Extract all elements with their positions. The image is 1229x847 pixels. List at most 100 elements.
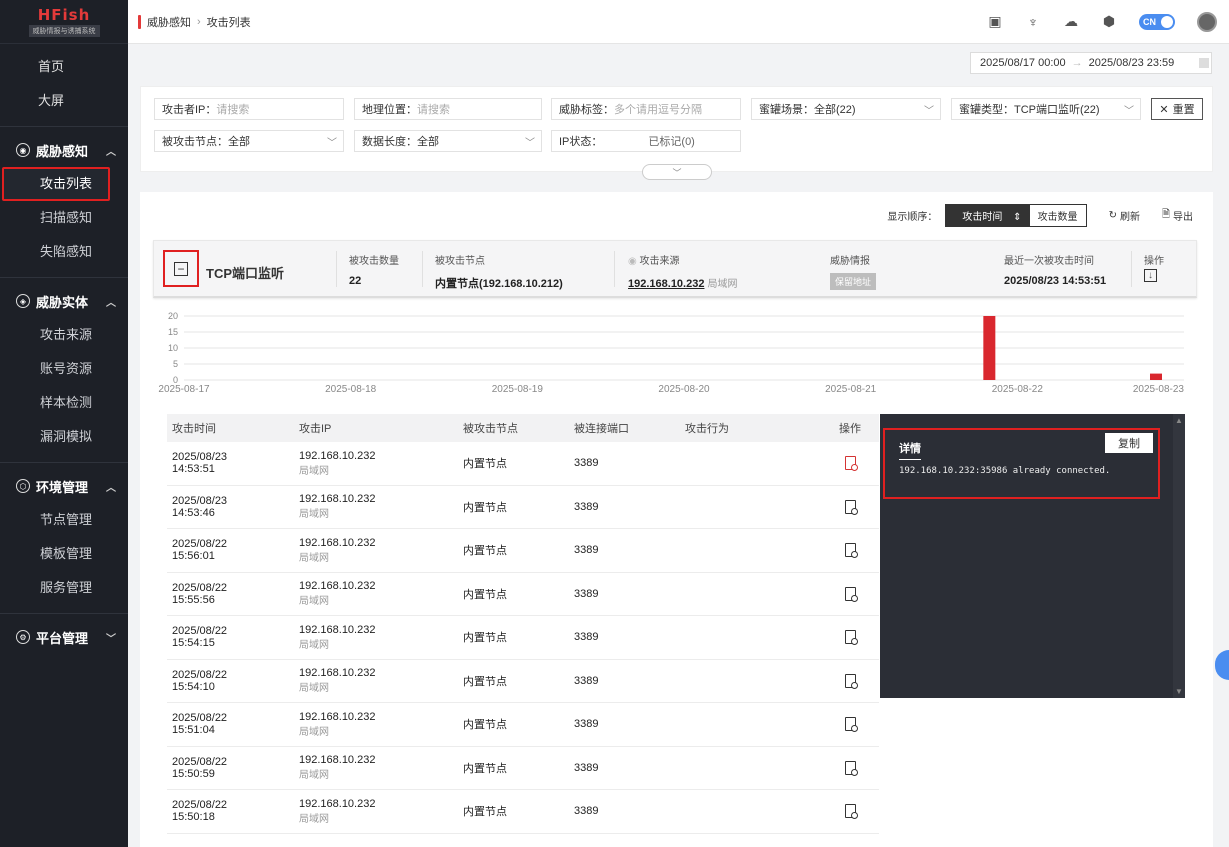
reset-button[interactable]: ✕ 重置 bbox=[1151, 98, 1203, 120]
date-range-picker[interactable]: 2025/08/17 00:00 → 2025/08/23 23:59 bbox=[970, 52, 1212, 74]
view-detail-icon[interactable] bbox=[844, 543, 858, 559]
sort-by-time[interactable]: 攻击时间 ⇕ bbox=[946, 205, 1030, 226]
table-row[interactable]: 2025/08/22 15:55:56 192.168.10.232 局域网 内置节点 3… bbox=[167, 573, 879, 616]
node-select[interactable]: 被攻击节点： 全部 ﹀ bbox=[154, 130, 344, 152]
download-icon[interactable]: ↓ bbox=[1144, 269, 1157, 282]
floating-help-tab[interactable] bbox=[1215, 650, 1229, 680]
cell-ops bbox=[825, 760, 875, 776]
nav-group-header-threat-awareness[interactable]: ◉ 威胁感知 ︿ bbox=[0, 133, 128, 167]
view-detail-icon[interactable] bbox=[844, 673, 858, 689]
table-row[interactable]: 2025/08/22 15:50:59 192.168.10.232 局域网 内置节点 3… bbox=[167, 747, 879, 790]
nav-scan-awareness[interactable]: 扫描感知 bbox=[0, 201, 128, 235]
table-row[interactable]: 2025/08/22 15:54:15 192.168.10.232 局域网 内置节点 3… bbox=[167, 616, 879, 660]
threat-tag-input[interactable]: 威胁标签： 多个请用逗号分隔 bbox=[551, 98, 741, 120]
scroll-down-icon[interactable]: ▼ bbox=[1175, 687, 1183, 696]
close-icon: ✕ bbox=[1159, 103, 1169, 116]
nav-vuln-simulation[interactable]: 漏洞模拟 bbox=[0, 420, 128, 454]
col-port[interactable]: 被连接端口 bbox=[574, 420, 685, 436]
threat-intel: 威胁情报 保留地址 bbox=[830, 252, 877, 290]
col-attacked-node[interactable]: 被攻击节点 bbox=[463, 420, 574, 436]
chevron-down-icon: ﹀ bbox=[106, 633, 116, 645]
divider bbox=[422, 251, 423, 287]
cell-attacked-node: 内置节点 bbox=[463, 719, 507, 732]
nav-group-header-threat-entity[interactable]: ◈ 威胁实体 ︿ bbox=[0, 284, 128, 318]
nav-bigscreen[interactable]: 大屏 bbox=[0, 84, 128, 118]
breadcrumb-parent[interactable]: 威胁感知 bbox=[147, 14, 191, 30]
table-row[interactable]: 2025/08/22 15:54:10 192.168.10.232 局域网 内置节点 3… bbox=[167, 660, 879, 703]
nav-compromise-awareness[interactable]: 失陷感知 bbox=[0, 235, 128, 269]
export-label: 导出 bbox=[1173, 212, 1193, 223]
nav-group-env-management: ⬡ 环境管理 ︿ 节点管理 模板管理 服务管理 bbox=[0, 462, 128, 605]
logo[interactable]: HFish 威胁情报与诱捕系统 bbox=[0, 0, 128, 44]
nav-attack-source[interactable]: 攻击来源 bbox=[0, 318, 128, 352]
attacker-ip-input[interactable]: 攻击者IP： 请搜索 bbox=[154, 98, 344, 120]
col-attack-time[interactable]: 攻击时间 bbox=[167, 420, 299, 436]
export-button[interactable]: 🗎 导出 bbox=[1162, 207, 1193, 224]
ip-status-select[interactable]: IP状态： 已标记(0) bbox=[551, 130, 741, 152]
calendar-icon bbox=[1199, 58, 1209, 68]
avatar[interactable] bbox=[1197, 11, 1217, 32]
nav-account-resources[interactable]: 账号资源 bbox=[0, 352, 128, 386]
nav-group-threat-awareness: ◉ 威胁感知 ︿ 攻击列表 扫描感知 失陷感知 bbox=[0, 126, 128, 269]
col-behavior[interactable]: 攻击行为 bbox=[685, 420, 825, 436]
view-detail-icon[interactable] bbox=[844, 499, 858, 515]
date-end: 2025/08/23 23:59 bbox=[1088, 57, 1175, 69]
sort-by-count[interactable]: 攻击数量 bbox=[1030, 205, 1086, 226]
settings-hex-icon[interactable]: ⬢ bbox=[1101, 13, 1117, 30]
cell-attack-time: 2025/08/22 15:56:01 bbox=[172, 538, 228, 563]
nav-sample-detection[interactable]: 样本检测 bbox=[0, 386, 128, 420]
nav-group-header-platform-management[interactable]: ⚙ 平台管理 ﹀ bbox=[0, 620, 128, 654]
table-row[interactable]: 2025/08/22 15:56:01 192.168.10.232 局域网 内置节点 3… bbox=[167, 529, 879, 573]
divider bbox=[1131, 251, 1132, 287]
nav-home[interactable]: 首页 bbox=[0, 50, 128, 84]
expand-filters-toggle[interactable]: ﹀ bbox=[642, 164, 712, 180]
table-row[interactable]: 2025/08/23 14:53:46 192.168.10.232 局域网 内置节点 3… bbox=[167, 486, 879, 529]
copy-button[interactable]: 复制 bbox=[1105, 433, 1153, 453]
data-length-select[interactable]: 数据长度： 全部 ﹀ bbox=[354, 130, 542, 152]
cell-attack-time: 2025/08/22 15:54:10 bbox=[172, 668, 228, 693]
nav-group-header-env-management[interactable]: ⬡ 环境管理 ︿ bbox=[0, 469, 128, 503]
refresh-button[interactable]: ↻ 刷新 bbox=[1109, 208, 1140, 223]
view-detail-icon[interactable] bbox=[844, 586, 858, 602]
view-detail-icon[interactable] bbox=[844, 760, 858, 776]
filter-value: 全部 bbox=[228, 136, 250, 148]
table-row[interactable]: 2025/08/22 15:51:04 192.168.10.232 局域网 内置节点 3… bbox=[167, 703, 879, 747]
view-detail-icon[interactable] bbox=[844, 804, 858, 820]
cell-attack-ip: 192.168.10.232 局域网 bbox=[299, 797, 376, 825]
nav-template-management[interactable]: 模板管理 bbox=[0, 537, 128, 571]
language-toggle[interactable]: CN bbox=[1139, 13, 1175, 30]
col-attack-ip[interactable]: 攻击IP bbox=[299, 420, 463, 436]
geo-input[interactable]: 地理位置： 请搜索 bbox=[354, 98, 542, 120]
honeypot-type-select[interactable]: 蜜罐类型： TCP端口监听(22) ﹀ bbox=[951, 98, 1141, 120]
download-icon[interactable]: ▣ bbox=[987, 13, 1003, 30]
chart-bar[interactable] bbox=[983, 316, 996, 380]
cell-port: 3389 bbox=[574, 631, 599, 644]
chevron-down-icon: ﹀ bbox=[672, 167, 682, 178]
collapse-button[interactable]: − bbox=[163, 250, 199, 287]
chevron-down-icon: ﹀ bbox=[1124, 105, 1134, 117]
logo-subtitle: 威胁情报与诱捕系统 bbox=[28, 25, 100, 37]
sidebar: HFish 威胁情报与诱捕系统 首页 大屏 ◉ 威胁感知 ︿ 攻击列表 扫描感知… bbox=[0, 0, 128, 847]
cell-port: 3389 bbox=[574, 544, 599, 557]
date-start: 2025/08/17 00:00 bbox=[980, 57, 1066, 69]
rocket-icon[interactable]: ♆ bbox=[1025, 14, 1041, 30]
chart-bar[interactable] bbox=[1150, 373, 1162, 380]
view-detail-icon[interactable] bbox=[844, 630, 858, 646]
cell-port: 3389 bbox=[574, 457, 599, 470]
table-row[interactable]: 2025/08/22 15:50:18 192.168.10.232 局域网 内置节点 3… bbox=[167, 790, 879, 834]
detail-scrollbar[interactable]: ▲ ▼ bbox=[1173, 414, 1185, 698]
scroll-up-icon[interactable]: ▲ bbox=[1175, 416, 1183, 425]
cell-attacked-node: 内置节点 bbox=[463, 458, 507, 471]
nav-service-management[interactable]: 服务管理 bbox=[0, 571, 128, 605]
nav-node-management[interactable]: 节点管理 bbox=[0, 503, 128, 537]
view-detail-icon[interactable] bbox=[844, 717, 858, 733]
cell-ops bbox=[825, 586, 875, 602]
view-detail-icon[interactable] bbox=[844, 456, 858, 472]
source-ip-link[interactable]: 192.168.10.232 bbox=[628, 278, 704, 290]
nav-attack-list[interactable]: 攻击列表 bbox=[2, 167, 110, 201]
table-row[interactable]: 2025/08/23 14:53:51 192.168.10.232 局域网 内置节点 3… bbox=[167, 442, 879, 486]
cell-attack-time: 2025/08/23 14:53:46 bbox=[172, 494, 228, 519]
scene-select[interactable]: 蜜罐场景： 全部(22) ﹀ bbox=[751, 98, 941, 120]
sort-label: 显示顺序： bbox=[887, 212, 938, 223]
wechat-icon[interactable]: ☁ bbox=[1063, 13, 1079, 30]
